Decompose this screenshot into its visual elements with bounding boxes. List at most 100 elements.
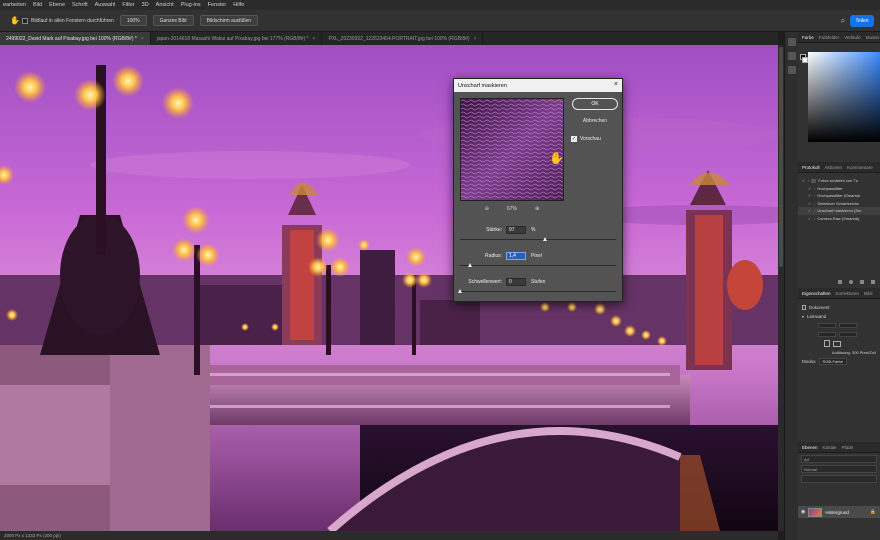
hand-tool-icon[interactable]: ✋ <box>10 16 20 26</box>
menu-item[interactable]: Ebene <box>49 2 65 8</box>
panel-tab[interactable]: Kommentare <box>847 165 873 170</box>
landscape-icon[interactable] <box>833 340 841 347</box>
fill-screen-button[interactable]: Bildschirm ausfüllen <box>199 15 259 26</box>
scroll-all-windows-checkbox[interactable]: Bildlauf in allen Fenstern durchführen <box>22 17 114 24</box>
slider-track[interactable] <box>460 239 616 240</box>
color-swatches[interactable] <box>800 54 808 64</box>
parameter-unit: Pixel <box>531 253 542 259</box>
parameter-value-input[interactable]: 97 <box>506 226 526 234</box>
close-tab-icon[interactable]: × <box>141 36 144 42</box>
panel-tab[interactable]: Farbe <box>802 35 814 40</box>
parameter-value-input[interactable]: 0 <box>506 278 526 286</box>
panel-tab[interactable]: Korrekturen <box>836 291 860 296</box>
ok-button[interactable]: OK <box>572 98 618 110</box>
panel-tab[interactable]: Bibli <box>864 291 873 296</box>
scrollbar-thumb[interactable] <box>779 47 783 267</box>
action-item[interactable]: ✓ › Unscharf maskieren (Sm <box>798 207 880 215</box>
action-item[interactable]: ✓ › Selektiver Scharfzeichn <box>798 200 880 208</box>
panel-tab[interactable]: Aktionen <box>825 165 843 170</box>
parameter-slider[interactable] <box>457 289 616 293</box>
panel-toggle-icon[interactable] <box>787 66 796 74</box>
slider-track[interactable] <box>460 291 616 292</box>
document-tab[interactable]: japan-2014618 Masashi Wakui auf Pixabay.… <box>151 32 323 45</box>
parameter-value-input[interactable]: 1,4 <box>506 252 526 260</box>
slider-track[interactable] <box>460 265 616 266</box>
check-icon[interactable]: ✓ <box>808 193 812 198</box>
chevron-right-icon[interactable]: › <box>814 208 815 213</box>
play-icon[interactable] <box>860 280 864 284</box>
check-icon[interactable]: ✓ <box>802 178 806 183</box>
record-icon[interactable] <box>849 280 853 284</box>
image-canvas[interactable] <box>0 45 778 531</box>
parameter-slider[interactable] <box>460 237 616 241</box>
filter-preview[interactable]: ✋ <box>460 98 564 201</box>
close-icon[interactable]: × <box>614 81 618 89</box>
menu-item[interactable]: Filter <box>122 2 134 8</box>
slider-knob[interactable] <box>543 237 548 241</box>
chevron-right-icon[interactable]: › <box>814 216 815 221</box>
document-tab[interactable]: PXL_20230922_122623454.PORTRAIT.jpg bei … <box>322 32 484 45</box>
cancel-button[interactable]: Abbrechen <box>572 115 618 127</box>
action-item[interactable]: ✓ › Hochpassfilter (Smartob <box>798 192 880 200</box>
panel-toggle-icon[interactable] <box>787 38 796 46</box>
zoom-out-icon[interactable]: ⊖ <box>485 206 489 212</box>
chevron-right-icon[interactable]: › <box>814 186 815 191</box>
action-item[interactable]: ✓ › Camera Raw (Smartobj <box>798 215 880 223</box>
chevron-right-icon[interactable]: › <box>814 201 815 206</box>
checkbox-box[interactable] <box>22 17 28 24</box>
menu-item[interactable]: Ansicht <box>156 2 174 8</box>
blend-mode-select[interactable]: Normal <box>801 465 877 473</box>
check-icon[interactable]: ✓ <box>808 208 812 213</box>
menu-item[interactable]: Schrift <box>72 2 88 8</box>
parameter-slider[interactable] <box>460 263 616 267</box>
check-icon[interactable]: ✓ <box>808 201 812 206</box>
menu-item[interactable]: Auswahl <box>95 2 116 8</box>
preview-checkbox[interactable]: ✓ Vorschau <box>571 136 601 142</box>
action-item[interactable]: ✓ › Hochpassfilter <box>798 185 880 193</box>
menu-item[interactable]: Hilfe <box>233 2 244 8</box>
panel-tab[interactable]: Ebenen <box>802 445 818 450</box>
close-tab-icon[interactable]: × <box>313 36 316 42</box>
document-tab[interactable]: 2499022_David Mark auf Pixabay.jpg bei 1… <box>0 32 151 45</box>
search-icon[interactable]: ⌕ <box>838 16 848 26</box>
slider-knob[interactable] <box>468 263 473 267</box>
visibility-eye-icon[interactable]: ◉ <box>801 509 805 515</box>
share-button[interactable]: Teilen <box>850 15 874 27</box>
action-item[interactable]: ✓ › Fotos schärfen von Tu <box>798 177 880 185</box>
x-field[interactable] <box>839 323 857 328</box>
stop-icon[interactable] <box>838 280 842 284</box>
menu-item[interactable]: 3D <box>142 2 149 8</box>
panel-tab[interactable]: Protokoll <box>802 165 820 170</box>
check-icon[interactable]: ✓ <box>808 216 812 221</box>
menu-item[interactable]: Plug-ins <box>181 2 201 8</box>
zoom-in-icon[interactable]: ⊕ <box>535 206 539 212</box>
menu-item[interactable]: earbeiten <box>3 2 26 8</box>
check-icon[interactable]: ✓ <box>808 186 812 191</box>
panel-tab[interactable]: Kanäle <box>823 445 837 450</box>
slider-knob[interactable] <box>457 289 462 293</box>
panel-tab[interactable]: Eigenschaften <box>802 291 831 296</box>
portrait-icon[interactable] <box>824 340 830 347</box>
panel-tab[interactable]: Farbfelder <box>819 35 840 40</box>
menu-item[interactable]: Bild <box>33 2 42 8</box>
new-set-icon[interactable] <box>871 280 875 284</box>
layer-filter-select[interactable]: Art <box>801 455 877 463</box>
y-field[interactable] <box>839 332 857 337</box>
chevron-right-icon[interactable]: › <box>814 193 815 198</box>
color-picker-field[interactable] <box>808 52 880 142</box>
close-tab-icon[interactable]: × <box>474 36 477 42</box>
panel-toggle-icon[interactable] <box>787 52 796 60</box>
width-field[interactable] <box>818 323 836 328</box>
height-field[interactable] <box>818 332 836 337</box>
chevron-right-icon[interactable]: › <box>808 178 809 183</box>
panel-tab[interactable]: Pfade <box>842 445 854 450</box>
layer-row[interactable]: ◉ Hintergrund 🔒 <box>798 506 880 518</box>
mode-select[interactable]: RGB-Farbe <box>818 358 847 365</box>
panel-tab[interactable]: Muster <box>866 35 880 40</box>
checkmark-icon[interactable]: ✓ <box>571 136 577 142</box>
chevron-down-icon[interactable]: ▾ <box>802 314 804 319</box>
zoom-100-button[interactable]: 100% <box>119 15 147 26</box>
menu-item[interactable]: Fenster <box>208 2 227 8</box>
panel-tab[interactable]: Verläufe <box>844 35 861 40</box>
fit-screen-button[interactable]: Ganzes Bild <box>152 15 194 26</box>
